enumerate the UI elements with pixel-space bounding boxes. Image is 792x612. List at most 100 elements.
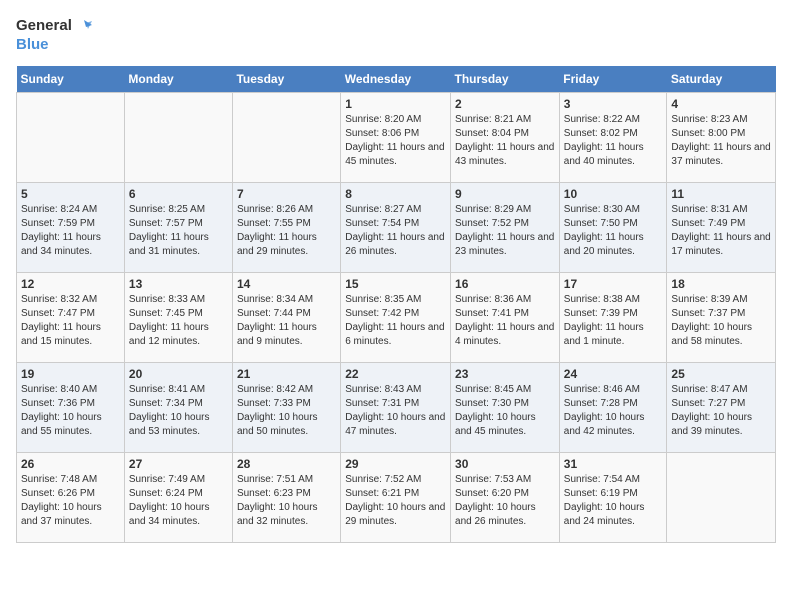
day-number: 21	[237, 367, 336, 381]
day-info: Sunrise: 8:20 AM Sunset: 8:06 PM Dayligh…	[345, 113, 446, 169]
calendar-cell: 22Sunrise: 8:43 AM Sunset: 7:31 PM Dayli…	[341, 363, 451, 453]
logo-container: General Blue	[16, 16, 92, 54]
day-number: 20	[129, 367, 228, 381]
day-number: 26	[21, 457, 120, 471]
day-info: Sunrise: 8:25 AM Sunset: 7:57 PM Dayligh…	[129, 203, 228, 259]
day-info: Sunrise: 8:29 AM Sunset: 7:52 PM Dayligh…	[455, 203, 555, 259]
calendar-cell: 24 Sunrise: 8:46 AM Sunset: 7:28 PM Dayli…	[559, 363, 667, 453]
day-number: 17	[564, 277, 663, 291]
logo-bird-icon	[74, 17, 92, 35]
logo: General Blue	[16, 16, 92, 54]
week-row-3: 12 Sunrise: 8:32 AM Sunset: 7:47 PM Dayli…	[17, 273, 776, 363]
week-row-5: 26 Sunrise: 7:48 AM Sunset: 6:26 PM Dayli…	[17, 453, 776, 543]
day-info: Sunrise: 7:54 AM Sunset: 6:19 PM Dayligh…	[564, 473, 663, 529]
calendar-cell: 28Sunrise: 7:51 AM Sunset: 6:23 PM Dayli…	[232, 453, 340, 543]
day-number: 8	[345, 187, 446, 201]
day-info: Sunrise: 7:49 AM Sunset: 6:24 PM Dayligh…	[129, 473, 228, 529]
calendar-cell: 9Sunrise: 8:29 AM Sunset: 7:52 PM Daylig…	[451, 183, 560, 273]
day-number: 6	[129, 187, 228, 201]
day-info: Sunrise: 8:24 AM Sunset: 7:59 PM Dayligh…	[21, 203, 120, 259]
day-number: 2	[455, 97, 555, 111]
calendar-cell: 10 Sunrise: 8:30 AM Sunset: 7:50 PM Dayli…	[559, 183, 667, 273]
logo-general: General	[16, 17, 72, 34]
day-number: 29	[345, 457, 446, 471]
day-number: 19	[21, 367, 120, 381]
calendar-cell: 16 Sunrise: 8:36 AM Sunset: 7:41 PM Dayli…	[451, 273, 560, 363]
day-info: Sunrise: 8:34 AM Sunset: 7:44 PM Dayligh…	[237, 293, 336, 349]
week-row-1: 1 Sunrise: 8:20 AM Sunset: 8:06 PM Daylig…	[17, 93, 776, 183]
day-number: 10	[564, 187, 663, 201]
weekday-header-row: SundayMondayTuesdayWednesdayThursdayFrid…	[17, 66, 776, 93]
calendar-cell: 11 Sunrise: 8:31 AM Sunset: 7:49 PM Dayli…	[667, 183, 776, 273]
day-info: Sunrise: 8:42 AM Sunset: 7:33 PM Dayligh…	[237, 383, 336, 439]
calendar-cell: 21 Sunrise: 8:42 AM Sunset: 7:33 PM Dayli…	[232, 363, 340, 453]
calendar-cell: 30 Sunrise: 7:53 AM Sunset: 6:20 PM Dayli…	[451, 453, 560, 543]
calendar-cell: 17Sunrise: 8:38 AM Sunset: 7:39 PM Dayli…	[559, 273, 667, 363]
calendar-cell: 13 Sunrise: 8:33 AM Sunset: 7:45 PM Dayli…	[124, 273, 232, 363]
calendar-cell: 1 Sunrise: 8:20 AM Sunset: 8:06 PM Daylig…	[341, 93, 451, 183]
week-row-4: 19 Sunrise: 8:40 AM Sunset: 7:36 PM Dayli…	[17, 363, 776, 453]
weekday-header-wednesday: Wednesday	[341, 66, 451, 93]
day-info: Sunrise: 8:27 AM Sunset: 7:54 PM Dayligh…	[345, 203, 446, 259]
calendar-cell: 7Sunrise: 8:26 AM Sunset: 7:55 PM Daylig…	[232, 183, 340, 273]
day-number: 5	[21, 187, 120, 201]
day-info: Sunrise: 8:46 AM Sunset: 7:28 PM Dayligh…	[564, 383, 663, 439]
day-info: Sunrise: 8:23 AM Sunset: 8:00 PM Dayligh…	[671, 113, 771, 169]
day-number: 14	[237, 277, 336, 291]
day-info: Sunrise: 8:26 AM Sunset: 7:55 PM Dayligh…	[237, 203, 336, 259]
calendar-cell: 20Sunrise: 8:41 AM Sunset: 7:34 PM Dayli…	[124, 363, 232, 453]
calendar-cell: 29 Sunrise: 7:52 AM Sunset: 6:21 PM Dayli…	[341, 453, 451, 543]
day-number: 30	[455, 457, 555, 471]
day-number: 27	[129, 457, 228, 471]
day-info: Sunrise: 8:35 AM Sunset: 7:42 PM Dayligh…	[345, 293, 446, 349]
calendar-cell: 23 Sunrise: 8:45 AM Sunset: 7:30 PM Dayli…	[451, 363, 560, 453]
day-info: Sunrise: 8:47 AM Sunset: 7:27 PM Dayligh…	[671, 383, 771, 439]
logo-blue: Blue	[16, 36, 49, 53]
day-info: Sunrise: 7:51 AM Sunset: 6:23 PM Dayligh…	[237, 473, 336, 529]
day-info: Sunrise: 8:40 AM Sunset: 7:36 PM Dayligh…	[21, 383, 120, 439]
calendar-cell	[17, 93, 125, 183]
week-row-2: 5 Sunrise: 8:24 AM Sunset: 7:59 PM Daylig…	[17, 183, 776, 273]
day-number: 16	[455, 277, 555, 291]
day-number: 4	[671, 97, 771, 111]
day-info: Sunrise: 8:21 AM Sunset: 8:04 PM Dayligh…	[455, 113, 555, 169]
day-number: 24	[564, 367, 663, 381]
day-number: 31	[564, 457, 663, 471]
day-number: 22	[345, 367, 446, 381]
day-info: Sunrise: 8:45 AM Sunset: 7:30 PM Dayligh…	[455, 383, 555, 439]
weekday-header-friday: Friday	[559, 66, 667, 93]
calendar-cell: 19 Sunrise: 8:40 AM Sunset: 7:36 PM Dayli…	[17, 363, 125, 453]
day-number: 18	[671, 277, 771, 291]
page-header: General Blue	[16, 16, 776, 54]
day-info: Sunrise: 8:31 AM Sunset: 7:49 PM Dayligh…	[671, 203, 771, 259]
day-info: Sunrise: 7:52 AM Sunset: 6:21 PM Dayligh…	[345, 473, 446, 529]
calendar-cell: 15 Sunrise: 8:35 AM Sunset: 7:42 PM Dayli…	[341, 273, 451, 363]
day-number: 12	[21, 277, 120, 291]
day-info: Sunrise: 8:22 AM Sunset: 8:02 PM Dayligh…	[564, 113, 663, 169]
day-info: Sunrise: 8:36 AM Sunset: 7:41 PM Dayligh…	[455, 293, 555, 349]
day-info: Sunrise: 8:30 AM Sunset: 7:50 PM Dayligh…	[564, 203, 663, 259]
day-info: Sunrise: 8:33 AM Sunset: 7:45 PM Dayligh…	[129, 293, 228, 349]
calendar-cell: 6 Sunrise: 8:25 AM Sunset: 7:57 PM Daylig…	[124, 183, 232, 273]
day-number: 23	[455, 367, 555, 381]
day-number: 11	[671, 187, 771, 201]
day-info: Sunrise: 7:48 AM Sunset: 6:26 PM Dayligh…	[21, 473, 120, 529]
day-info: Sunrise: 8:32 AM Sunset: 7:47 PM Dayligh…	[21, 293, 120, 349]
calendar-cell: 25 Sunrise: 8:47 AM Sunset: 7:27 PM Dayli…	[667, 363, 776, 453]
calendar-cell: 31 Sunrise: 7:54 AM Sunset: 6:19 PM Dayli…	[559, 453, 667, 543]
day-number: 1	[345, 97, 446, 111]
day-info: Sunrise: 7:53 AM Sunset: 6:20 PM Dayligh…	[455, 473, 555, 529]
day-number: 3	[564, 97, 663, 111]
calendar-cell: 3 Sunrise: 8:22 AM Sunset: 8:02 PM Daylig…	[559, 93, 667, 183]
day-number: 15	[345, 277, 446, 291]
calendar-cell	[124, 93, 232, 183]
calendar-cell: 18Sunrise: 8:39 AM Sunset: 7:37 PM Dayli…	[667, 273, 776, 363]
weekday-header-saturday: Saturday	[667, 66, 776, 93]
weekday-header-monday: Monday	[124, 66, 232, 93]
day-number: 25	[671, 367, 771, 381]
calendar-cell	[667, 453, 776, 543]
day-number: 13	[129, 277, 228, 291]
calendar-cell: 12 Sunrise: 8:32 AM Sunset: 7:47 PM Dayli…	[17, 273, 125, 363]
weekday-header-sunday: Sunday	[17, 66, 125, 93]
calendar-cell: 26 Sunrise: 7:48 AM Sunset: 6:26 PM Dayli…	[17, 453, 125, 543]
